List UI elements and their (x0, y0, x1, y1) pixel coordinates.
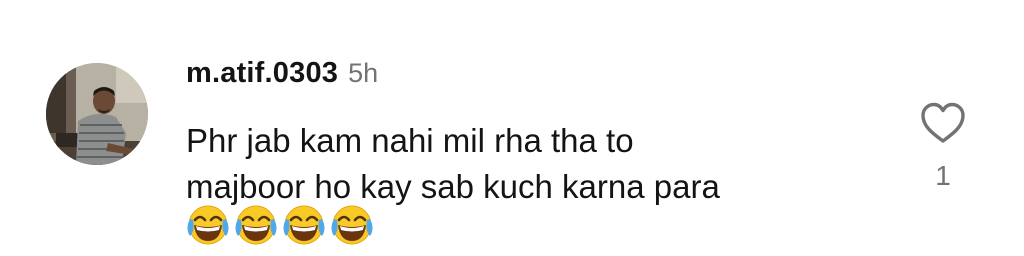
comment-meta: m.atif.0303 5h (186, 57, 378, 97)
comment-text: Phr jab kam nahi mil rha tha to majboor … (186, 118, 886, 210)
face-with-tears-of-joy-icon (283, 205, 325, 245)
face-with-tears-of-joy-icon (235, 205, 277, 245)
like-count: 1 (935, 160, 951, 191)
emoji-row (186, 203, 374, 247)
avatar[interactable] (46, 63, 148, 165)
like-button[interactable] (918, 98, 968, 148)
face-with-tears-of-joy-icon (331, 205, 373, 245)
face-with-tears-of-joy-icon (187, 205, 229, 245)
username-link[interactable]: m.atif.0303 (186, 57, 338, 90)
comment-text-line: Phr jab kam nahi mil rha tha to (186, 122, 634, 159)
avatar-photo (46, 63, 148, 165)
comment-row: m.atif.0303 5h Phr jab kam nahi mil rha … (0, 0, 1024, 256)
comment-timestamp: 5h (348, 58, 379, 88)
heart-outline-icon (921, 102, 965, 143)
